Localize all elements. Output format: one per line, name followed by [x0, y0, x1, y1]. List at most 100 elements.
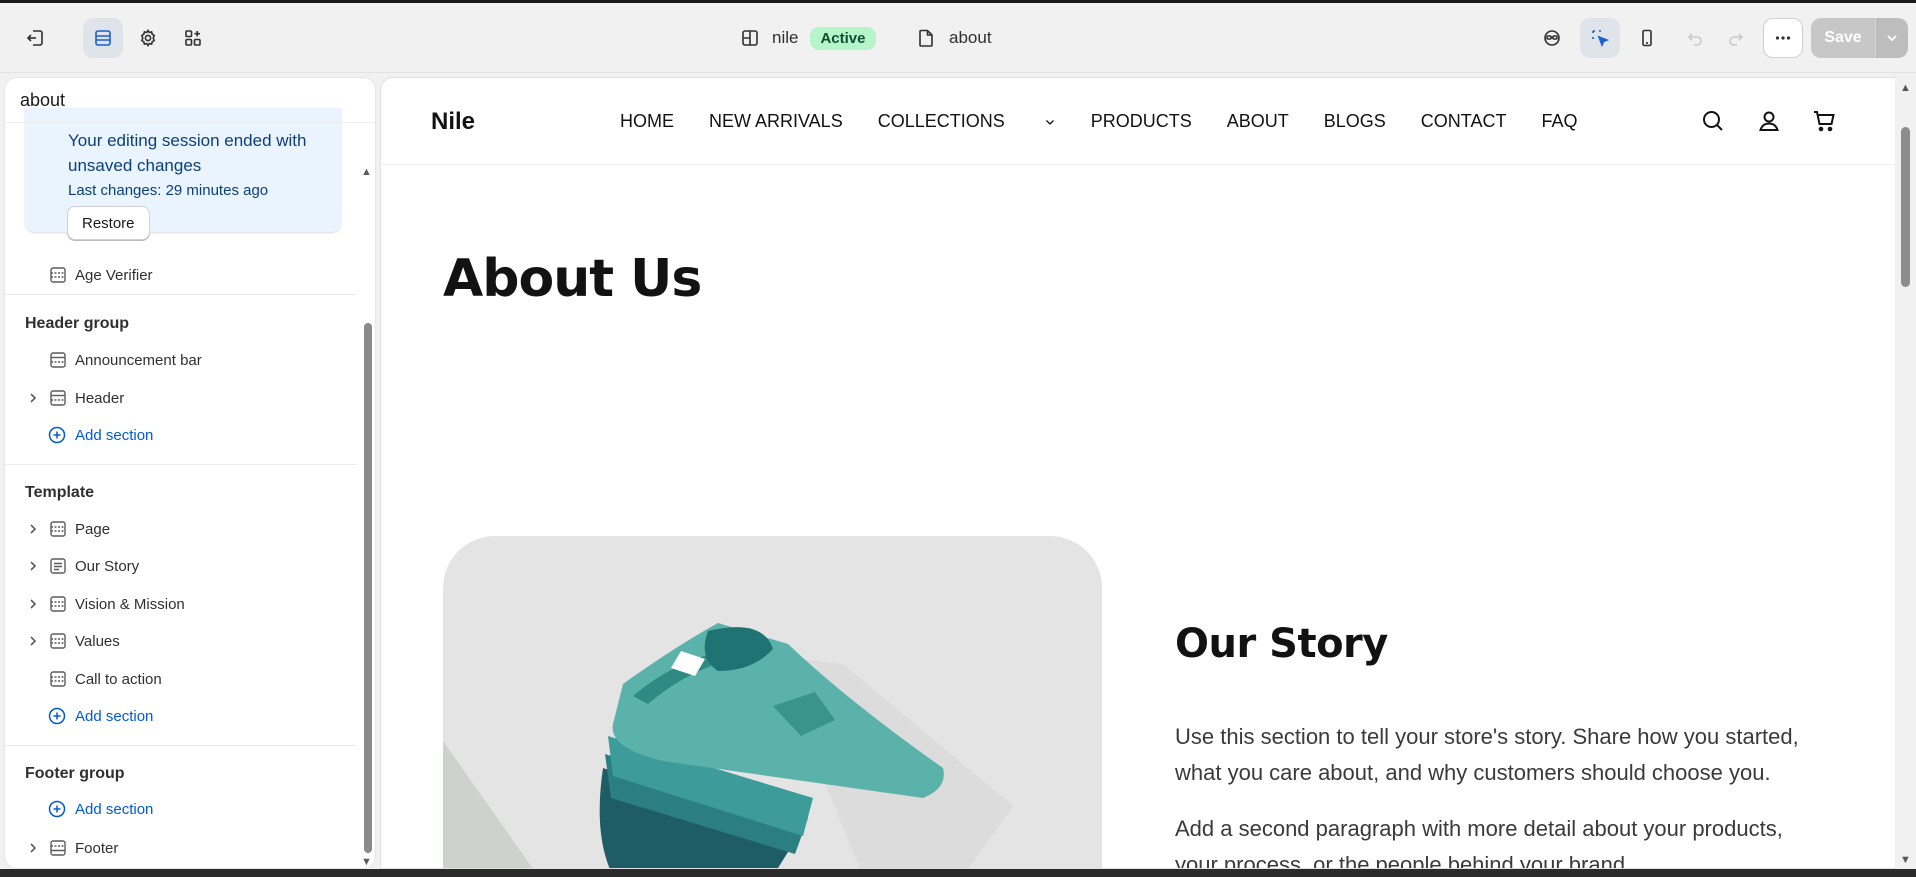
section-label: Call to action: [75, 670, 162, 688]
story-image: [443, 536, 1102, 868]
select-element-icon[interactable]: [1580, 18, 1620, 58]
chevron-right-icon[interactable]: [27, 392, 39, 404]
notice-message: Your editing session ended with unsaved …: [68, 131, 307, 175]
chevron-right-icon[interactable]: [27, 523, 39, 535]
chevron-right-icon[interactable]: [27, 842, 39, 854]
nav-products[interactable]: PRODUCTS: [1091, 111, 1192, 132]
section-call-to-action[interactable]: Call to action: [5, 662, 357, 696]
template-group-title: Template: [25, 484, 95, 501]
section-icon: [50, 267, 66, 283]
section-label: Footer: [75, 839, 119, 857]
editor-toolbar: nile Active about Save: [0, 3, 1916, 73]
add-section-button[interactable]: Add section: [48, 794, 153, 824]
nav-new-arrivals[interactable]: NEW ARRIVALS: [709, 111, 843, 132]
more-options-icon[interactable]: [1763, 18, 1803, 58]
page-icon: [919, 29, 933, 47]
nav-contact[interactable]: CONTACT: [1421, 111, 1507, 132]
search-icon[interactable]: [1700, 108, 1726, 134]
mobile-icon[interactable]: [1627, 18, 1667, 58]
nav-collections[interactable]: COLLECTIONS: [878, 111, 1056, 132]
header-section-icon: [50, 352, 66, 368]
save-options-button[interactable]: [1875, 18, 1908, 58]
divider: [5, 464, 357, 465]
restore-button[interactable]: Restore: [67, 206, 150, 240]
nav-blogs[interactable]: BLOGS: [1324, 111, 1386, 132]
story-paragraph-1: Use this section to tell your store's st…: [1175, 724, 1799, 785]
folded-shirts-illustration: [443, 623, 1013, 868]
panel-header-divider: [5, 122, 375, 123]
footer-group-title: Footer group: [25, 765, 125, 782]
cart-icon[interactable]: [1811, 108, 1837, 134]
window-bottom-edge: [0, 869, 1916, 877]
preview-inspector-icon[interactable]: [1532, 18, 1572, 58]
header-group-title: Header group: [25, 315, 130, 332]
preview-scrollbar[interactable]: ▲ ▼: [1895, 78, 1916, 868]
story-heading: Our Story: [1175, 621, 1388, 667]
sections-icon[interactable]: [83, 18, 123, 58]
scroll-down-arrow-icon[interactable]: ▼: [361, 856, 372, 868]
exit-icon[interactable]: [15, 18, 55, 58]
footer-section-icon: [50, 840, 66, 856]
scroll-up-arrow-icon[interactable]: ▲: [361, 166, 372, 178]
add-section-button[interactable]: Add section: [48, 701, 153, 731]
save-button[interactable]: Save: [1811, 18, 1875, 58]
add-section-label: Add section: [75, 707, 154, 725]
chevron-right-icon[interactable]: [27, 635, 39, 647]
section-label: Page: [75, 520, 111, 538]
section-label: Age Verifier: [75, 266, 153, 284]
chevron-right-icon[interactable]: [27, 598, 39, 610]
undo-icon[interactable]: [1675, 18, 1715, 58]
page-selector[interactable]: about: [916, 3, 992, 73]
site-logo[interactable]: Nile: [431, 108, 475, 136]
section-vision-mission[interactable]: Vision & Mission: [5, 587, 357, 621]
nav-faq[interactable]: FAQ: [1541, 111, 1577, 132]
section-label: Header: [75, 389, 125, 407]
section-page[interactable]: Page: [5, 512, 357, 546]
scrollbar-thumb[interactable]: [1901, 127, 1910, 287]
add-circle-icon: [48, 800, 66, 818]
section-announcement-bar[interactable]: Announcement bar: [5, 343, 357, 377]
divider: [5, 745, 357, 746]
section-label: Vision & Mission: [75, 595, 185, 613]
nav-collections-label: COLLECTIONS: [877, 111, 1005, 131]
notice-last-changes: Last changes: 29 minutes ago: [68, 182, 269, 199]
section-values[interactable]: Values: [5, 624, 357, 658]
status-badge: Active: [810, 26, 876, 50]
divider: [5, 294, 357, 295]
page-name: about: [949, 28, 992, 47]
site-header: Nile HOME NEW ARRIVALS COLLECTIONS PRODU…: [381, 78, 1895, 165]
nav-home[interactable]: HOME: [620, 111, 674, 132]
section-footer[interactable]: Footer: [5, 831, 357, 865]
theme-name: nile: [772, 28, 799, 47]
section-age-verifier[interactable]: Age Verifier: [5, 258, 357, 292]
store-preview: Nile HOME NEW ARRIVALS COLLECTIONS PRODU…: [381, 78, 1895, 868]
unsaved-changes-notice: Your editing session ended with unsaved …: [25, 108, 341, 240]
story-paragraph-2: Add a second paragraph with more detail …: [1175, 816, 1783, 868]
nav-about[interactable]: ABOUT: [1227, 111, 1289, 132]
chevron-right-icon[interactable]: [27, 560, 39, 572]
sections-panel: about Your editing session ended with un…: [5, 78, 375, 868]
section-icon: [50, 633, 66, 649]
apps-icon[interactable]: [173, 18, 213, 58]
gear-icon[interactable]: [128, 18, 168, 58]
add-section-button[interactable]: Add section: [48, 420, 153, 450]
section-icon: [50, 596, 66, 612]
scroll-up-arrow-icon[interactable]: ▲: [1900, 82, 1911, 94]
page-title: About Us: [443, 249, 702, 309]
panel-scrollbar[interactable]: ▲ ▼: [358, 118, 375, 868]
account-icon[interactable]: [1756, 108, 1782, 134]
layout-icon: [742, 30, 758, 46]
add-section-label: Add section: [75, 800, 154, 818]
section-our-story[interactable]: Our Story: [5, 549, 357, 583]
scrollbar-thumb[interactable]: [364, 323, 372, 853]
section-header[interactable]: Header: [5, 381, 357, 415]
redo-icon[interactable]: [1716, 18, 1756, 58]
theme-selector[interactable]: nile Active: [740, 3, 876, 73]
chevron-down-icon: [1045, 119, 1054, 125]
add-section-label: Add section: [75, 426, 154, 444]
site-nav: HOME NEW ARRIVALS COLLECTIONS PRODUCTS A…: [620, 111, 1612, 132]
section-label: Our Story: [75, 557, 140, 575]
scroll-down-arrow-icon[interactable]: ▼: [1900, 854, 1911, 866]
save-group: Save: [1811, 18, 1908, 58]
chevron-down-icon: [1887, 35, 1897, 42]
